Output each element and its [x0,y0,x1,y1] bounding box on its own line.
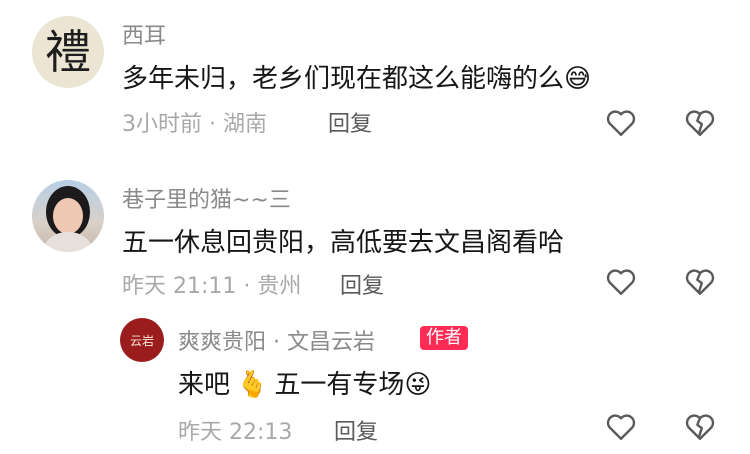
comment-item: 巷子里的猫~~三 五一休息回贵阳，高低要去文昌阁看哈 昨天 21:11 · 贵州… [0,170,750,310]
comment-item: 禮 西耳 多年未归，老乡们现在都这么能嗨的么😅 3小时前 · 湖南 回复 [0,0,750,150]
heart-outline-icon[interactable] [603,408,639,444]
finger-heart-emoji: 🫰 [236,370,269,400]
comment-text-body: 多年未归，老乡们现在都这么能嗨的么 [122,64,565,94]
person-photo-icon [42,186,94,252]
reply-button[interactable]: 回复 [334,414,378,446]
broken-heart-icon[interactable] [682,104,718,140]
avatar-glyph: 禮 [45,25,91,79]
reply-text-after: 五一有专场 [274,370,405,400]
author-badge: 作者 [420,326,468,350]
winking-tongue-emoji: 😜 [404,370,432,400]
reply-item: 云岩 爽爽贵阳 · 文昌云岩 作者 来吧 🫰 五一有专场😜 昨天 22:13 回复 [0,310,750,454]
avatar[interactable]: 禮 [32,16,104,88]
avatar[interactable] [32,180,104,252]
avatar-logo-text: 云岩 [129,333,154,348]
avatar[interactable]: 云岩 [120,318,164,362]
reply-text-before: 来吧 [178,370,231,400]
sweat-smile-emoji: 😅 [564,64,592,94]
reply-button[interactable]: 回复 [340,268,384,300]
broken-heart-icon[interactable] [682,263,718,299]
reply-text: 来吧 🫰 五一有专场😜 [178,364,432,401]
comment-time-location: 昨天 21:11 · 贵州 [122,274,302,299]
comment-text: 多年未归，老乡们现在都这么能嗨的么😅 [122,58,591,95]
reply-author-name[interactable]: 爽爽贵阳 · 文昌云岩 [178,324,375,356]
broken-heart-icon[interactable] [682,408,718,444]
comment-text: 五一休息回贵阳，高低要去文昌阁看哈 [122,228,565,258]
heart-outline-icon[interactable] [603,263,639,299]
heart-outline-icon[interactable] [603,104,639,140]
reply-button[interactable]: 回复 [328,106,372,138]
comment-time-location: 3小时前 · 湖南 [122,112,267,137]
comment-author-name[interactable]: 巷子里的猫~~三 [122,182,291,214]
comment-author-name[interactable]: 西耳 [122,18,166,50]
reply-time: 昨天 22:13 [178,420,293,445]
